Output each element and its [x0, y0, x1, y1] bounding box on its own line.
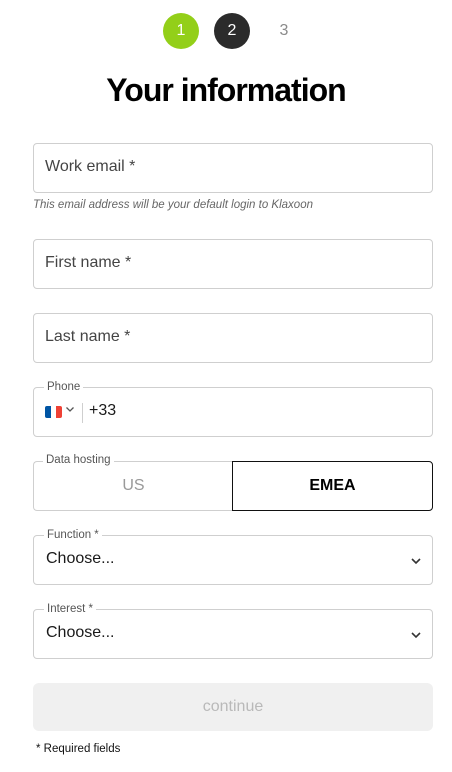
first-name-field[interactable]: First name *: [33, 239, 433, 289]
page-title: Your information: [106, 72, 346, 108]
phone-divider: [82, 403, 83, 423]
interest-select[interactable]: Interest * Choose...: [33, 602, 433, 659]
chevron-down-icon: [411, 558, 421, 565]
continue-button[interactable]: continue: [33, 683, 433, 731]
phone-label: Phone: [44, 380, 84, 394]
phone-dial-code[interactable]: +33: [89, 402, 116, 420]
stepper: 1 2 3: [0, 13, 452, 49]
interest-value: Choose...: [46, 624, 115, 641]
function-select[interactable]: Function * Choose...: [33, 528, 433, 585]
function-value: Choose...: [46, 550, 115, 567]
step-2: 2: [214, 13, 250, 49]
last-name-field[interactable]: Last name *: [33, 313, 433, 363]
data-hosting-label: Data hosting: [43, 453, 114, 467]
work-email-placeholder: Work email *: [45, 158, 136, 175]
function-label: Function *: [44, 528, 102, 542]
step-3: 3: [279, 22, 289, 39]
phone-field[interactable]: Phone +33: [33, 380, 433, 437]
step-1: 1: [163, 13, 199, 49]
first-name-placeholder: First name *: [45, 254, 132, 271]
interest-label: Interest *: [44, 602, 97, 616]
last-name-placeholder: Last name *: [45, 328, 131, 345]
work-email-field[interactable]: Work email *: [33, 143, 433, 193]
chevron-down-icon[interactable]: [65, 404, 75, 414]
hosting-option-us[interactable]: US: [33, 461, 233, 511]
work-email-helper: This email address will be your default …: [33, 199, 313, 211]
data-hosting-toggle: US EMEA Data hosting: [33, 453, 433, 511]
hosting-option-emea[interactable]: EMEA: [232, 461, 433, 511]
france-flag-icon[interactable]: [45, 406, 62, 418]
chevron-down-icon: [411, 632, 421, 639]
required-fields-note: * Required fields: [36, 743, 121, 755]
